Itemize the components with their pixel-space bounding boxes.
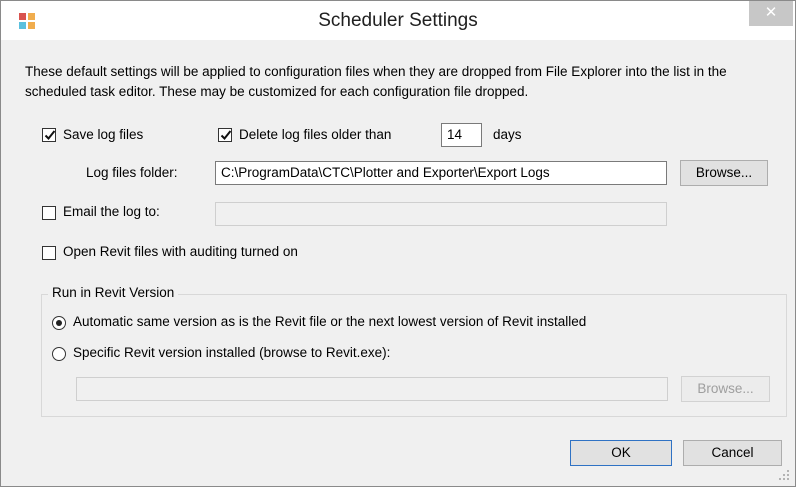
email-input[interactable]: [215, 202, 667, 226]
description-text: These default settings will be applied t…: [25, 64, 727, 99]
days-input[interactable]: 14: [441, 123, 482, 147]
email-log-checkbox[interactable]: [42, 206, 56, 220]
revit-path-input[interactable]: [76, 377, 668, 401]
save-log-files-label[interactable]: Save log files: [63, 127, 143, 142]
browse-revit-button[interactable]: Browse...: [681, 376, 770, 402]
specific-version-radio[interactable]: [52, 347, 66, 361]
window-title: Scheduler Settings: [318, 10, 478, 31]
ok-button[interactable]: OK: [570, 440, 672, 466]
days-label: days: [493, 127, 522, 142]
radio-selected-dot: [56, 320, 62, 326]
log-folder-input[interactable]: C:\ProgramData\CTC\Plotter and Exporter\…: [215, 161, 667, 185]
browse-log-folder-button[interactable]: Browse...: [680, 160, 768, 186]
audit-checkbox[interactable]: [42, 246, 56, 260]
revit-version-group-title: Run in Revit Version: [48, 285, 179, 300]
close-button[interactable]: ✕: [749, 1, 793, 26]
title-bar: Scheduler Settings ✕: [1, 1, 795, 40]
automatic-version-label[interactable]: Automatic same version as is the Revit f…: [73, 314, 586, 329]
close-icon: ✕: [764, 4, 778, 21]
save-log-files-checkbox[interactable]: [42, 128, 56, 142]
resize-grip-icon[interactable]: [778, 469, 790, 481]
checkmark-icon: [44, 130, 56, 140]
delete-old-logs-label[interactable]: Delete log files older than: [239, 127, 391, 142]
cancel-button[interactable]: Cancel: [683, 440, 782, 466]
checkmark-icon: [220, 130, 232, 140]
audit-label[interactable]: Open Revit files with auditing turned on: [63, 244, 298, 259]
specific-version-label[interactable]: Specific Revit version installed (browse…: [73, 345, 390, 360]
email-log-label[interactable]: Email the log to:: [63, 204, 160, 219]
log-folder-label: Log files folder:: [86, 165, 178, 180]
automatic-version-radio[interactable]: [52, 316, 66, 330]
delete-old-logs-checkbox[interactable]: [218, 128, 232, 142]
